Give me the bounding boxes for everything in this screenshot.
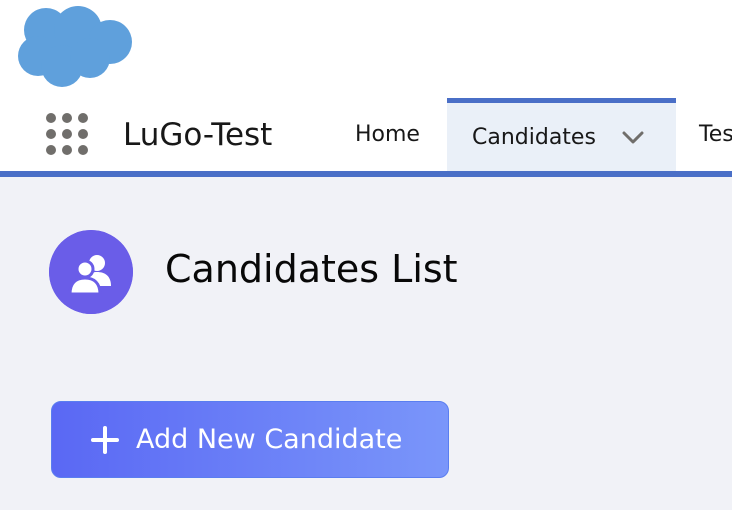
tab-test-label: Tes bbox=[699, 122, 732, 147]
tab-home-label: Home bbox=[355, 122, 420, 147]
app-name: LuGo-Test bbox=[123, 117, 273, 153]
app-navigation-bar: LuGo-Test Home Candidates Tes bbox=[0, 98, 732, 177]
candidates-icon bbox=[49, 230, 133, 314]
plus-icon bbox=[91, 425, 119, 454]
tab-test[interactable]: Tes bbox=[699, 98, 732, 171]
tab-candidates-label: Candidates bbox=[472, 124, 596, 150]
app-launcher-grid-icon[interactable] bbox=[45, 112, 90, 157]
salesforce-cloud-icon[interactable] bbox=[16, 4, 136, 89]
tab-home[interactable]: Home bbox=[339, 98, 436, 171]
page-title: Candidates List bbox=[165, 247, 458, 291]
global-header bbox=[0, 0, 732, 100]
add-new-candidate-button[interactable]: Add New Candidate bbox=[51, 401, 449, 478]
add-new-candidate-label: Add New Candidate bbox=[136, 424, 403, 455]
tab-candidates[interactable]: Candidates bbox=[447, 98, 676, 171]
chevron-down-icon[interactable] bbox=[620, 124, 646, 150]
